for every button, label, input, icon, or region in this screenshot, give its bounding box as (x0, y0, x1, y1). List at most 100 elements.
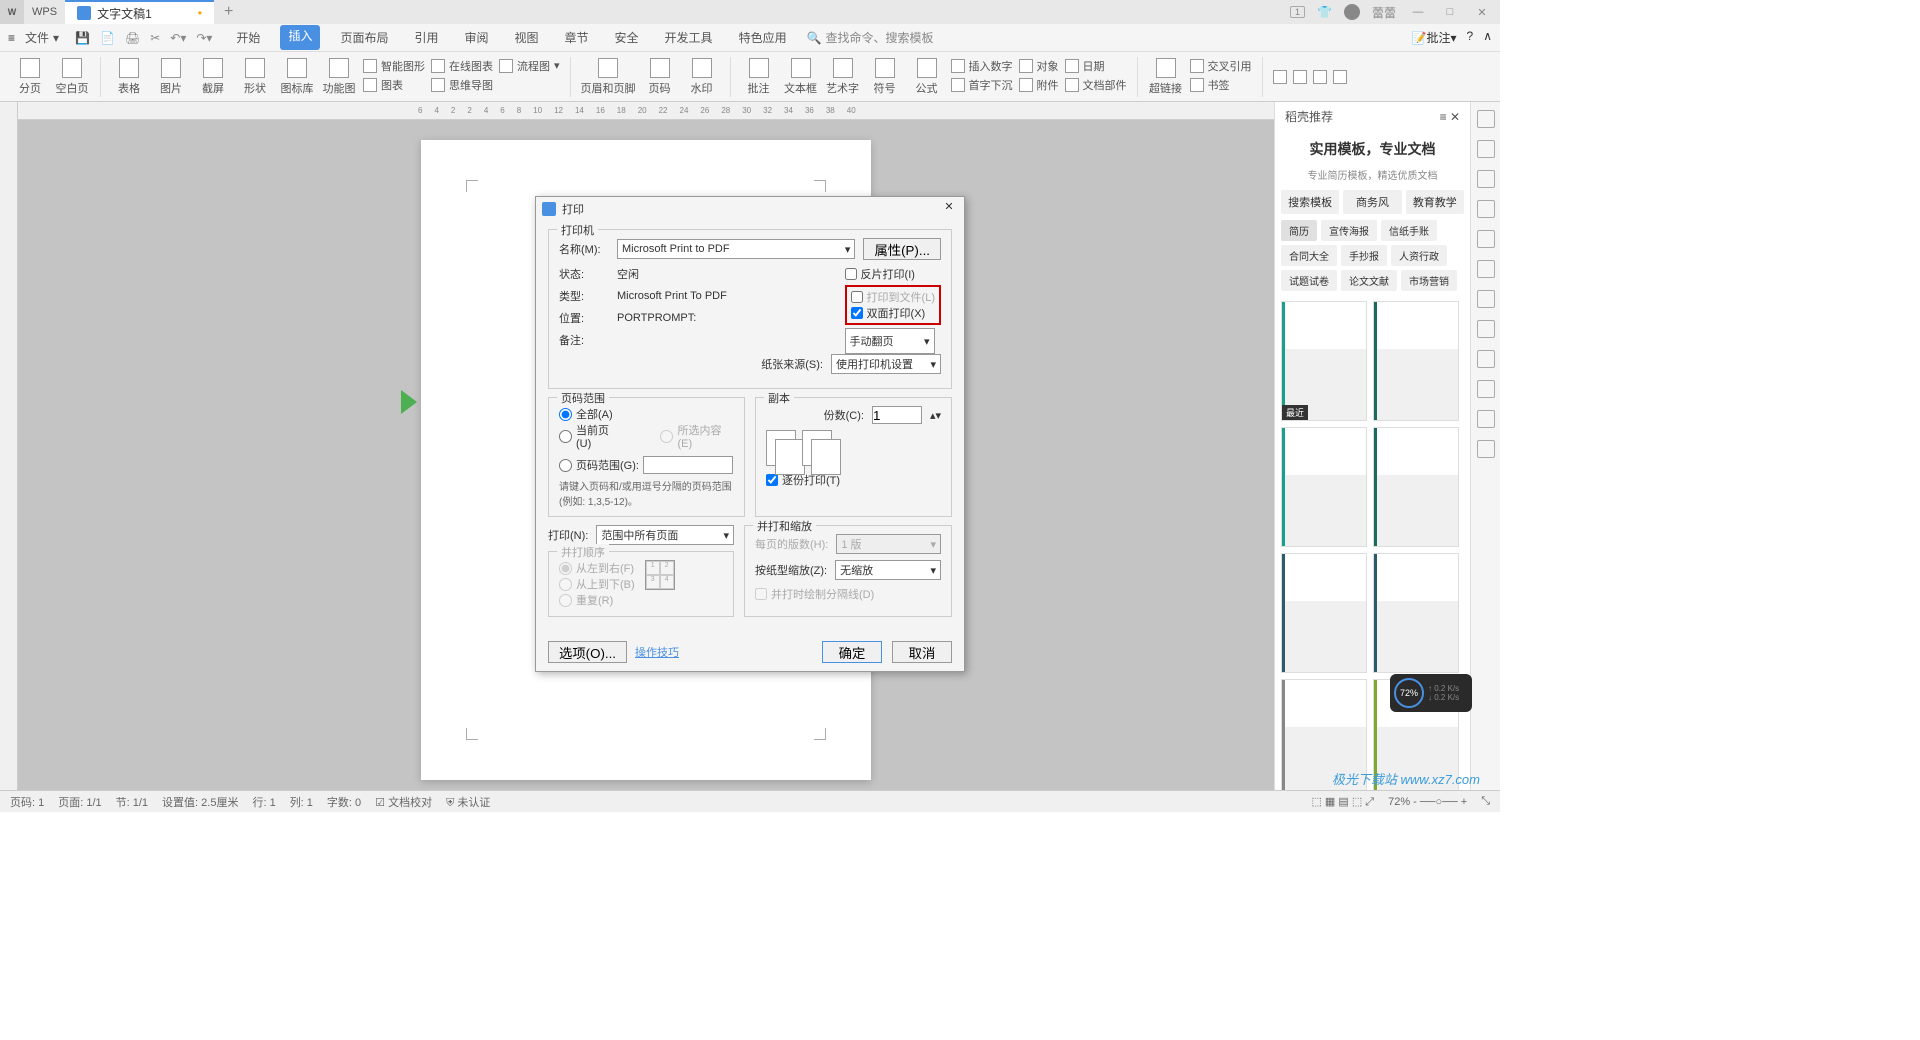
print-icon[interactable]: 🖨 (125, 31, 140, 45)
dialog-close-button[interactable]: ✕ (940, 200, 958, 218)
help-icon[interactable]: ? (1467, 29, 1474, 46)
save-icon[interactable]: 💾 (75, 31, 90, 45)
side-tool-1[interactable] (1477, 110, 1495, 128)
print-what-combo[interactable]: 范围中所有页面▾ (596, 525, 734, 545)
view-mode-2[interactable] (1293, 70, 1307, 84)
side-tool-3[interactable] (1477, 170, 1495, 188)
avatar[interactable] (1344, 4, 1360, 20)
horizontal-ruler[interactable]: 642 246 81012 141618 202224 262830 32343… (18, 102, 1274, 120)
screenshot-button[interactable]: 截屏 (195, 58, 231, 96)
online-chart-button[interactable]: 在线图表 (431, 58, 493, 74)
side-tool-11[interactable] (1477, 410, 1495, 428)
properties-button[interactable]: 属性(P)... (863, 238, 941, 260)
tag-marketing[interactable]: 市场营销 (1401, 270, 1457, 291)
side-tab-education[interactable]: 教育教学 (1406, 190, 1464, 214)
command-search[interactable]: 🔍 查找命令、搜索模板 (807, 29, 934, 46)
copies-input[interactable] (872, 406, 922, 424)
status-position[interactable]: 设置值: 2.5厘米 (162, 794, 238, 810)
tag-letter[interactable]: 信纸手账 (1381, 220, 1437, 241)
table-button[interactable]: 表格 (111, 58, 147, 96)
side-tool-9[interactable] (1477, 350, 1495, 368)
paper-source-combo[interactable]: 使用打印机设置▾ (831, 354, 941, 374)
tab-special[interactable]: 特色应用 (733, 25, 793, 50)
side-tab-business[interactable]: 商务风 (1343, 190, 1401, 214)
tag-exam[interactable]: 试题试卷 (1281, 270, 1337, 291)
menu-icon[interactable]: ≡ (8, 31, 15, 45)
ok-button[interactable]: 确定 (822, 641, 882, 663)
icon-library-button[interactable]: 图标库 (279, 58, 315, 96)
tag-handcopy[interactable]: 手抄报 (1341, 245, 1387, 266)
textbox-button[interactable]: 文本框 (783, 58, 819, 96)
header-footer-button[interactable]: 页眉和页脚 (581, 58, 636, 96)
object-button[interactable]: 对象 (1019, 58, 1059, 74)
speed-widget[interactable]: 72% ↑ 0.2 K/s ↓ 0.2 K/s (1390, 674, 1472, 712)
undo-icon[interactable]: ↶▾ (170, 31, 186, 45)
picture-button[interactable]: 图片 (153, 58, 189, 96)
print-to-file-checkbox[interactable]: 打印到文件(L) (851, 289, 935, 305)
side-tool-12[interactable] (1477, 440, 1495, 458)
status-chars[interactable]: 字数: 0 (327, 794, 361, 810)
shapes-button[interactable]: 形状 (237, 58, 273, 96)
bookmark-button[interactable]: 书签 (1190, 77, 1252, 93)
template-item[interactable] (1373, 427, 1459, 547)
reverse-print-checkbox[interactable]: 反片打印(I) (845, 266, 941, 282)
view-mode-4[interactable] (1333, 70, 1347, 84)
status-page-of[interactable]: 页面: 1/1 (58, 794, 101, 810)
chart-button[interactable]: 图表 (363, 77, 425, 93)
tips-link[interactable]: 操作技巧 (635, 644, 679, 660)
side-tool-7[interactable] (1477, 290, 1495, 308)
range-all-radio[interactable]: 全部(A) (559, 406, 734, 422)
tab-review[interactable]: 审阅 (458, 25, 494, 50)
comment-button[interactable]: 批注 (741, 58, 777, 96)
range-current-radio[interactable]: 当前页(U) (559, 422, 622, 450)
wordart-button[interactable]: 艺术字 (825, 58, 861, 96)
template-item[interactable] (1281, 427, 1367, 547)
new-tab-button[interactable]: + (214, 3, 243, 21)
page-break-button[interactable]: 分页 (12, 58, 48, 96)
cross-ref-button[interactable]: 交叉引用 (1190, 58, 1252, 74)
hyperlink-button[interactable]: 超链接 (1148, 58, 1184, 96)
side-tool-6[interactable] (1477, 260, 1495, 278)
tab-view[interactable]: 视图 (509, 25, 545, 50)
status-col[interactable]: 列: 1 (290, 794, 313, 810)
tab-references[interactable]: 引用 (408, 25, 444, 50)
tab-pagelayout[interactable]: 页面布局 (334, 25, 394, 50)
zoom-slider[interactable]: 72% - ──○── + (1388, 796, 1467, 808)
duplex-mode-combo[interactable]: 手动翻页▾ (845, 328, 935, 354)
cut-icon[interactable]: ✂ (150, 31, 160, 45)
view-mode-1[interactable] (1273, 70, 1287, 84)
status-page[interactable]: 页码: 1 (10, 794, 44, 810)
range-pages-radio[interactable]: 页码范围(G): (559, 456, 734, 474)
document-tab[interactable]: 文字文稿1 • (65, 0, 214, 24)
vertical-ruler[interactable] (0, 102, 18, 790)
cancel-button[interactable]: 取消 (892, 641, 952, 663)
status-cert[interactable]: ⛨ 未认证 (446, 794, 490, 810)
watermark-button[interactable]: 水印 (684, 58, 720, 96)
template-item[interactable] (1373, 553, 1459, 673)
status-line[interactable]: 行: 1 (252, 794, 275, 810)
function-chart-button[interactable]: 功能图 (321, 58, 357, 96)
view-buttons[interactable]: ⬚ ▦ ▤ ⬚ ⤢ (1311, 795, 1374, 809)
badge[interactable]: 1 (1290, 6, 1305, 18)
tag-hr[interactable]: 人资行政 (1391, 245, 1447, 266)
template-item[interactable]: 最近 (1281, 301, 1367, 421)
collapse-icon[interactable]: ∧ (1483, 29, 1492, 46)
minimize-button[interactable]: — (1408, 6, 1428, 18)
options-button[interactable]: 选项(O)... (548, 641, 627, 663)
side-tool-5[interactable] (1477, 230, 1495, 248)
flowchart-button[interactable]: 流程图▾ (499, 58, 560, 74)
date-button[interactable]: 日期 (1065, 58, 1127, 74)
tab-chapter[interactable]: 章节 (559, 25, 595, 50)
panel-close-icon[interactable]: ✕ (1450, 110, 1460, 124)
scale-combo[interactable]: 无缩放▾ (835, 560, 941, 580)
page-range-input[interactable] (643, 456, 733, 474)
page-number-button[interactable]: 页码 (642, 58, 678, 96)
file-menu[interactable]: 文件 ▾ (19, 27, 65, 48)
duplex-checkbox[interactable]: 双面打印(X) (851, 305, 935, 321)
print-preview-icon[interactable]: 📄 (100, 31, 115, 45)
side-tool-2[interactable] (1477, 140, 1495, 158)
drop-cap-button[interactable]: 首字下沉 (951, 77, 1013, 93)
status-section[interactable]: 节: 1/1 (116, 794, 148, 810)
smartart-button[interactable]: 智能图形 (363, 58, 425, 74)
tab-start[interactable]: 开始 (230, 25, 266, 50)
